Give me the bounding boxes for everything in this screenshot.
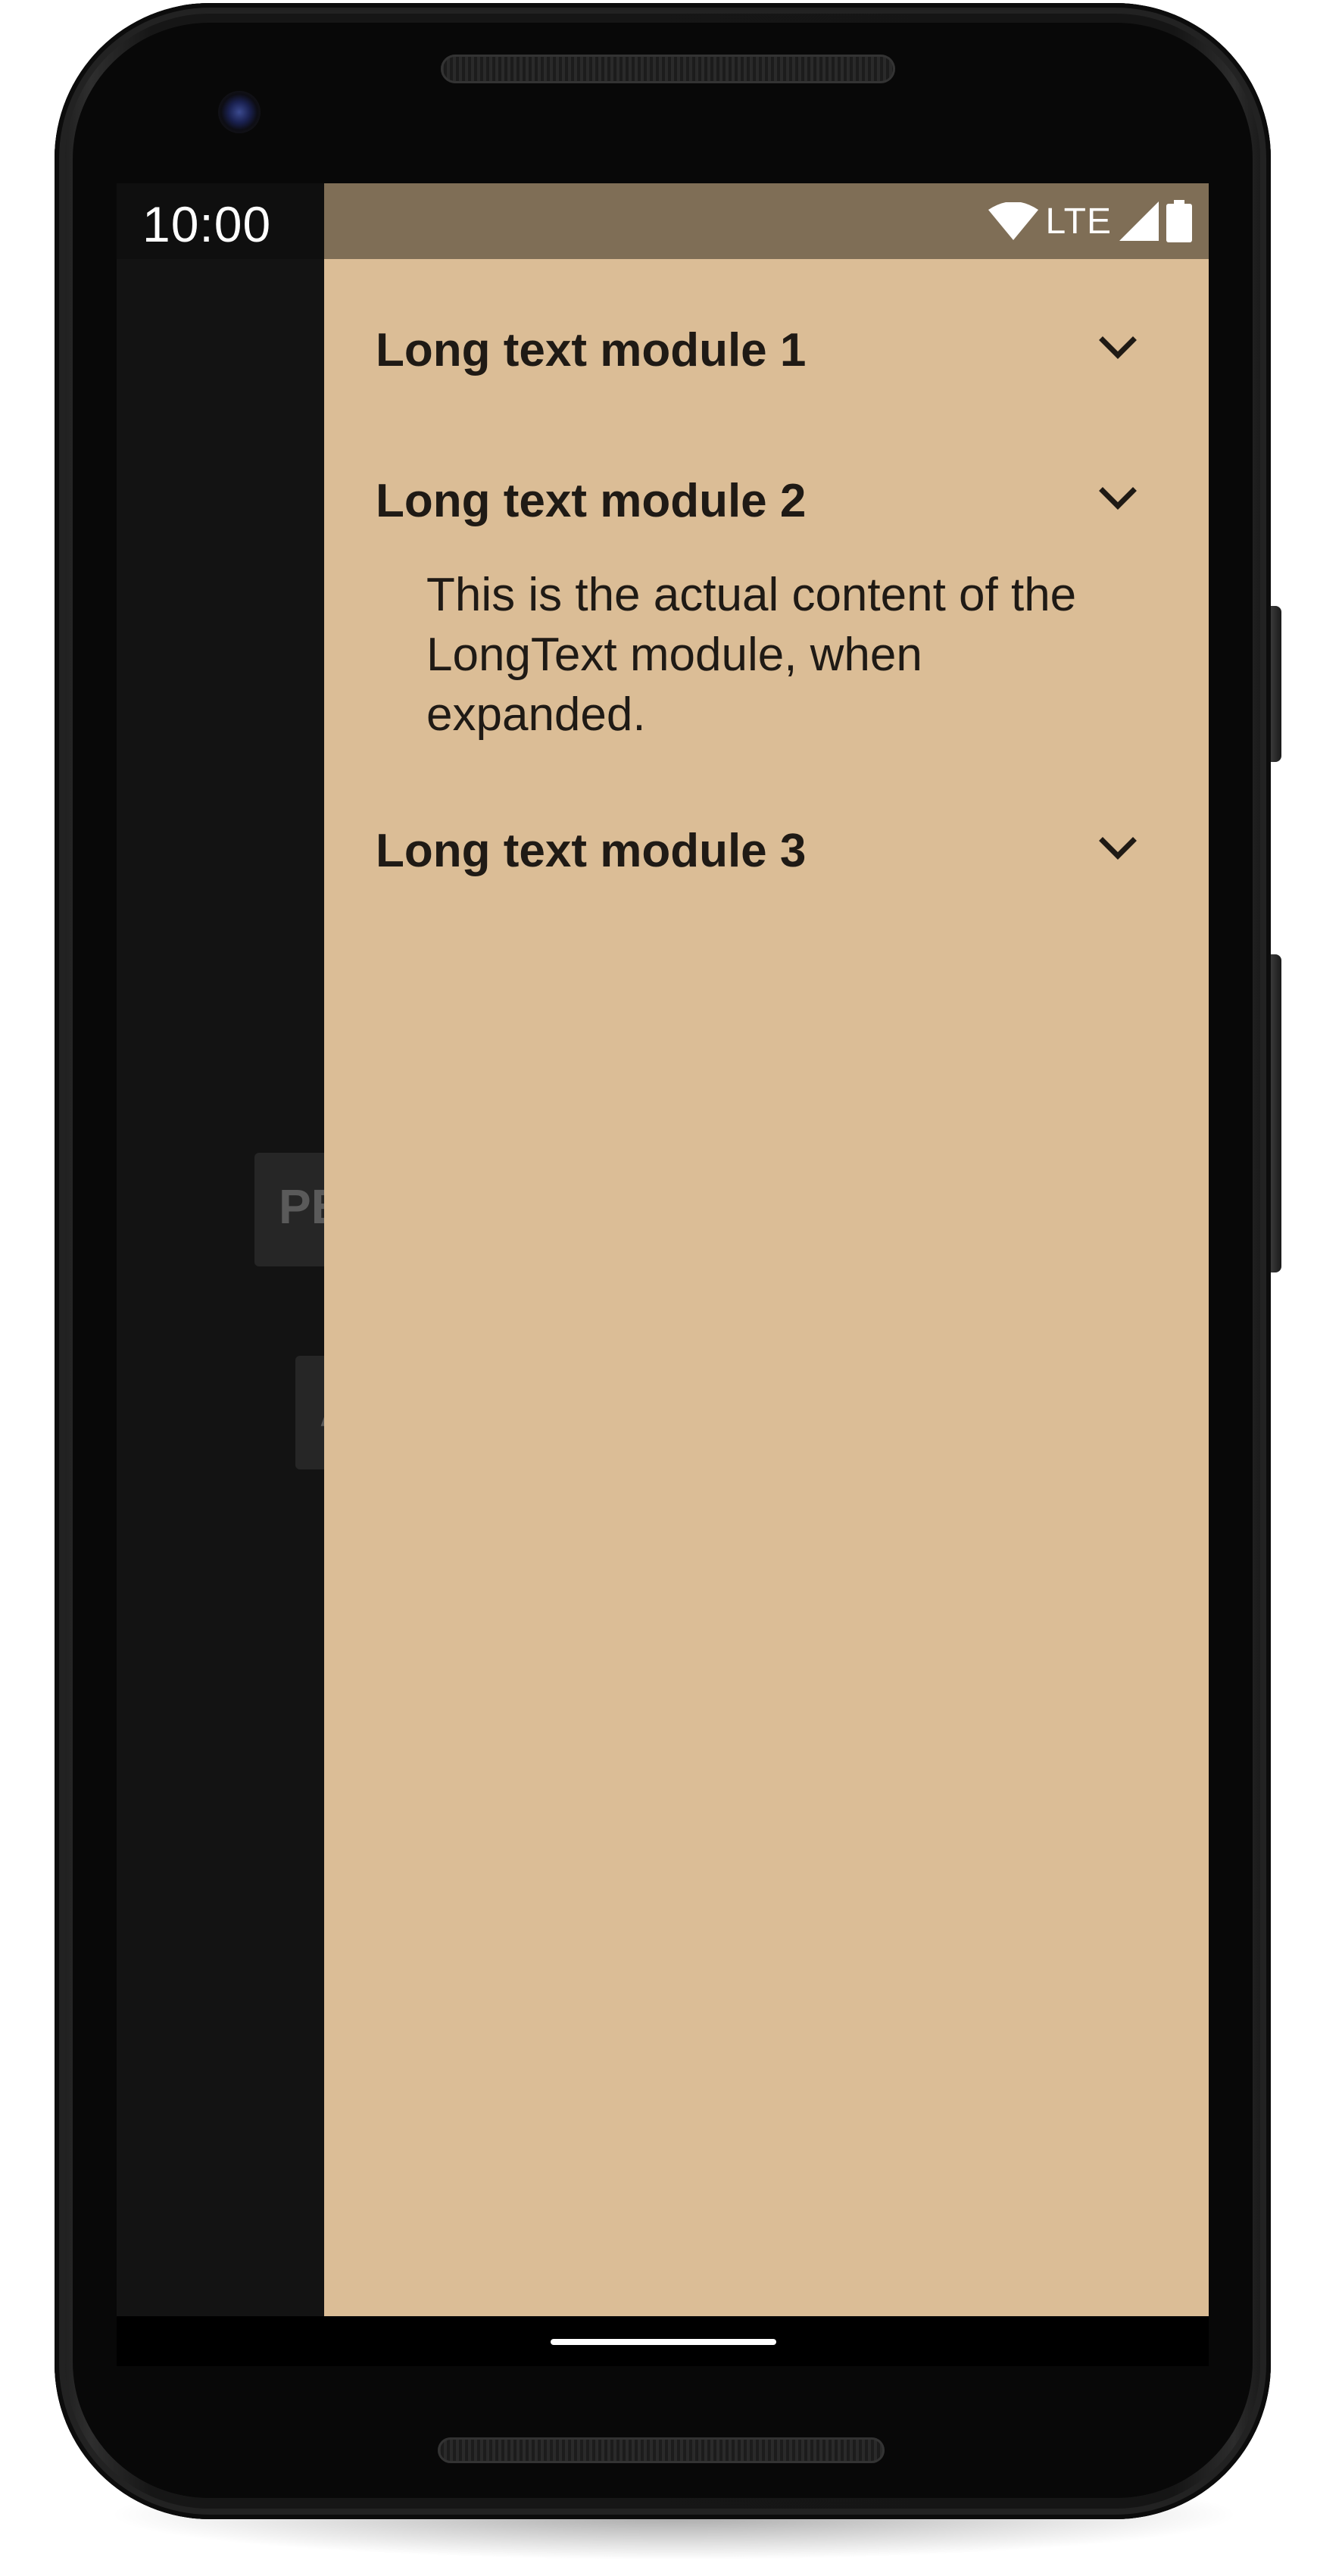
status-time: 10:00 — [142, 196, 272, 252]
chevron-down-icon[interactable] — [1097, 477, 1139, 520]
network-type-label: LTE — [1045, 201, 1112, 242]
chevron-down-icon[interactable] — [1097, 827, 1139, 870]
status-icons: LTE — [988, 200, 1192, 242]
screen: 10:00 PE A LTE — [117, 183, 1209, 2366]
bottom-speaker — [438, 2437, 885, 2463]
power-button — [1271, 954, 1281, 1272]
front-camera — [218, 91, 261, 133]
lte-signal-icon — [1119, 201, 1159, 241]
volume-button — [1271, 606, 1281, 762]
top-speaker — [441, 55, 895, 83]
battery-icon — [1166, 200, 1192, 242]
navigation-drawer: LTE Long text module 1 Long text module … — [324, 183, 1209, 2316]
chevron-down-icon[interactable] — [1097, 326, 1139, 369]
module-1-title: Long text module 1 — [376, 324, 807, 376]
module-3-title: Long text module 3 — [376, 825, 807, 877]
module-1-header[interactable]: Long text module 1 — [324, 301, 1209, 392]
module-2-title: Long text module 2 — [376, 475, 807, 527]
module-2-content: This is the actual content of the LongTe… — [426, 569, 1077, 741]
module-3-header[interactable]: Long text module 3 — [324, 801, 1209, 892]
module-2-header[interactable]: Long text module 2 — [324, 451, 1209, 542]
home-indicator[interactable] — [551, 2339, 776, 2345]
drawer-status-bar: LTE — [324, 183, 1209, 259]
navigation-bar — [117, 2316, 1209, 2366]
wifi-icon — [988, 202, 1038, 240]
